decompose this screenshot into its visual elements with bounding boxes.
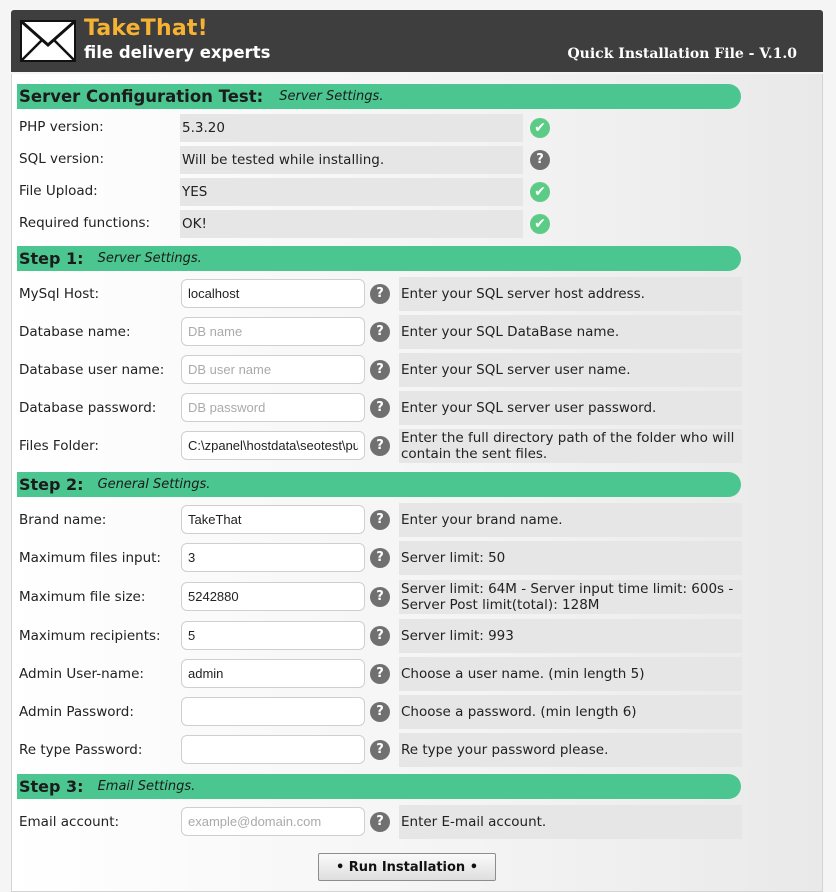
- field-row-brand-name: Brand name: ? Enter your brand name.: [0, 503, 836, 537]
- field-help-text: Enter your SQL DataBase name.: [399, 315, 742, 349]
- field-label: Admin Password:: [19, 704, 134, 720]
- test-row-php: PHP version: 5.3.20 ✔: [0, 112, 836, 142]
- field-label: Email account:: [19, 814, 120, 830]
- email-field[interactable]: [181, 807, 365, 836]
- section-subtitle: Email Settings.: [97, 779, 196, 794]
- retype-password-input[interactable]: [181, 735, 365, 764]
- checkmark-icon: ✔: [530, 182, 550, 202]
- field-help-text: Enter your SQL server host address.: [399, 277, 742, 311]
- field-label: Maximum file size:: [19, 589, 146, 605]
- question-icon[interactable]: ?: [370, 664, 390, 684]
- test-label: SQL version:: [19, 151, 105, 167]
- field-label: Re type Password:: [19, 742, 143, 758]
- test-value: Will be tested while installing.: [180, 146, 523, 174]
- section-subtitle: Server Settings.: [97, 251, 202, 266]
- db-password-input[interactable]: [181, 393, 365, 422]
- brand-subtitle: file delivery experts: [84, 43, 271, 62]
- section-title: Step 1:: [19, 249, 84, 268]
- field-row-email: Email account: ? Enter E-mail account.: [0, 805, 836, 839]
- question-icon[interactable]: ?: [370, 284, 390, 304]
- question-icon[interactable]: ?: [370, 548, 390, 568]
- field-help-text: Server limit: 993: [399, 619, 742, 653]
- test-label: Required functions:: [19, 215, 151, 231]
- mysql-host-input[interactable]: [181, 279, 365, 308]
- field-row-admin-password: Admin Password: ? Choose a password. (mi…: [0, 695, 836, 729]
- test-label: File Upload:: [19, 183, 98, 199]
- question-icon[interactable]: ?: [370, 510, 390, 530]
- field-label: Files Folder:: [19, 438, 99, 454]
- field-help-text: Server limit: 50: [399, 541, 742, 575]
- test-label: PHP version:: [19, 119, 104, 135]
- admin-password-input[interactable]: [181, 697, 365, 726]
- section-subtitle: General Settings.: [97, 477, 211, 492]
- section-title: Step 3:: [19, 777, 84, 796]
- field-label: Brand name:: [19, 512, 107, 528]
- field-row-retype-password: Re type Password: ? Re type your passwor…: [0, 733, 836, 767]
- question-icon[interactable]: ?: [370, 812, 390, 832]
- test-value: OK!: [180, 210, 523, 238]
- field-row-mysql-host: MySql Host: ? Enter your SQL server host…: [0, 277, 836, 311]
- field-label: Database password:: [19, 400, 157, 416]
- field-row-max-file-size: Maximum file size: ? Server limit: 64M -…: [0, 580, 836, 614]
- field-row-db-name: Database name: ? Enter your SQL DataBase…: [0, 315, 836, 349]
- brand-title: TakeThat!: [84, 16, 208, 41]
- admin-username-input[interactable]: [181, 659, 365, 688]
- envelope-logo-icon: [20, 20, 76, 62]
- checkmark-icon: ✔: [530, 214, 550, 234]
- field-row-max-files: Maximum files input: ? Server limit: 50: [0, 541, 836, 575]
- app-header: TakeThat! file delivery experts Quick In…: [11, 10, 823, 72]
- field-label: Database name:: [19, 324, 131, 340]
- checkmark-icon: ✔: [530, 118, 550, 138]
- section-step3: Step 3: Email Settings.: [17, 774, 741, 799]
- field-label: Admin User-name:: [19, 666, 144, 682]
- question-icon[interactable]: ?: [370, 702, 390, 722]
- section-step1: Step 1: Server Settings.: [17, 246, 741, 271]
- section-title: Server Configuration Test:: [19, 87, 264, 106]
- field-help-text: Enter your SQL server user name.: [399, 353, 742, 387]
- field-help-text: Enter your SQL server user password.: [399, 391, 742, 425]
- section-server-test: Server Configuration Test: Server Settin…: [17, 84, 741, 109]
- question-icon[interactable]: ?: [370, 626, 390, 646]
- section-subtitle: Server Settings.: [279, 89, 384, 104]
- test-row-upload: File Upload: YES ✔: [0, 176, 836, 206]
- files-folder-input[interactable]: [181, 431, 365, 460]
- question-icon: ?: [530, 150, 550, 170]
- version-label: Quick Installation File - V.1.0: [567, 46, 797, 62]
- section-step2: Step 2: General Settings.: [17, 472, 741, 497]
- test-row-sql: SQL version: Will be tested while instal…: [0, 144, 836, 174]
- field-row-files-folder: Files Folder: ? Enter the full directory…: [0, 429, 836, 463]
- field-row-db-user: Database user name: ? Enter your SQL ser…: [0, 353, 836, 387]
- run-installation-button[interactable]: • Run Installation •: [318, 853, 496, 881]
- test-row-functions: Required functions: OK! ✔: [0, 208, 836, 238]
- field-label: Database user name:: [19, 362, 165, 378]
- question-icon[interactable]: ?: [370, 398, 390, 418]
- db-user-input[interactable]: [181, 355, 365, 384]
- question-icon[interactable]: ?: [370, 587, 390, 607]
- max-files-input[interactable]: [181, 543, 365, 572]
- max-file-size-input[interactable]: [181, 582, 365, 611]
- question-icon[interactable]: ?: [370, 360, 390, 380]
- field-help-text: Server limit: 64M - Server input time li…: [399, 580, 742, 614]
- question-icon[interactable]: ?: [370, 436, 390, 456]
- field-help-text: Enter E-mail account.: [399, 805, 742, 839]
- field-label: MySql Host:: [19, 286, 100, 302]
- field-row-db-password: Database password: ? Enter your SQL serv…: [0, 391, 836, 425]
- db-name-input[interactable]: [181, 317, 365, 346]
- field-help-text: Enter your brand name.: [399, 503, 742, 537]
- field-row-max-recipients: Maximum recipients: ? Server limit: 993: [0, 619, 836, 653]
- field-help-text: Choose a password. (min length 6): [399, 695, 742, 729]
- field-help-text: Choose a user name. (min length 5): [399, 657, 742, 691]
- question-icon[interactable]: ?: [370, 740, 390, 760]
- test-value: YES: [180, 178, 523, 206]
- field-help-text: Enter the full directory path of the fol…: [399, 429, 742, 463]
- field-help-text: Re type your password please.: [399, 733, 742, 767]
- question-icon[interactable]: ?: [370, 322, 390, 342]
- max-recipients-input[interactable]: [181, 621, 365, 650]
- section-title: Step 2:: [19, 475, 84, 494]
- field-row-admin-username: Admin User-name: ? Choose a user name. (…: [0, 657, 836, 691]
- field-label: Maximum recipients:: [19, 628, 161, 644]
- brand-name-input[interactable]: [181, 505, 365, 534]
- test-value: 5.3.20: [180, 114, 523, 142]
- field-label: Maximum files input:: [19, 550, 161, 566]
